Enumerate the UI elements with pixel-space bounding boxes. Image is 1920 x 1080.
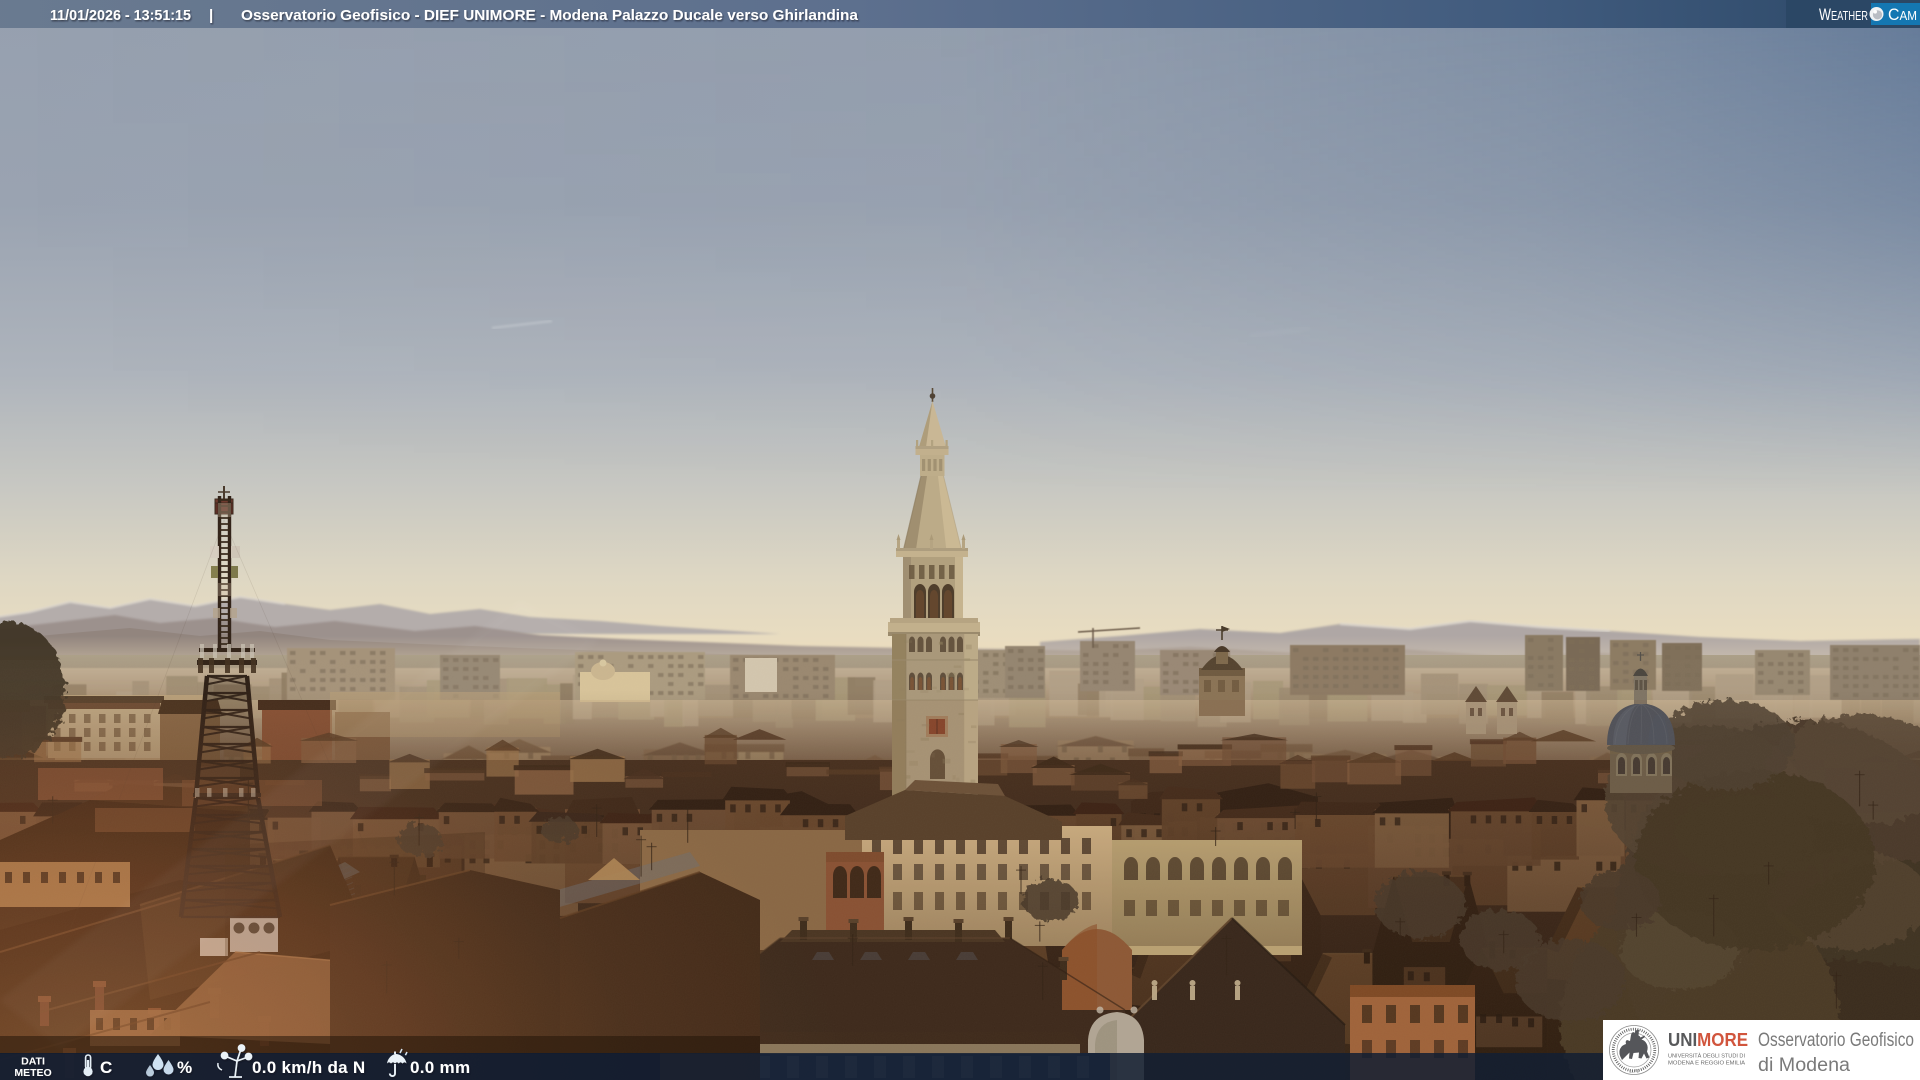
svg-text:Osservatorio Geofisico: Osservatorio Geofisico xyxy=(1758,1030,1914,1051)
svg-text:%: % xyxy=(177,1058,192,1077)
svg-text:UNIMORE: UNIMORE xyxy=(1668,1029,1748,1050)
svg-text:11/01/2026 - 13:51:15: 11/01/2026 - 13:51:15 xyxy=(50,7,191,24)
svg-text:METEO: METEO xyxy=(14,1067,51,1079)
svg-text:|: | xyxy=(209,7,213,24)
svg-text:0.0 km/h da N: 0.0 km/h da N xyxy=(252,1058,366,1077)
svg-text:Osservatorio Geofisico - DIEF: Osservatorio Geofisico - DIEF UNIMORE - … xyxy=(241,7,859,24)
svg-text:C: C xyxy=(100,1058,112,1077)
svg-text:1175: 1175 xyxy=(1629,1069,1639,1074)
svg-text:MODENA E REGGIO EMILIA: MODENA E REGGIO EMILIA xyxy=(1668,1061,1745,1067)
svg-text:0.0 mm: 0.0 mm xyxy=(410,1058,470,1077)
svg-text:DATI: DATI xyxy=(21,1056,45,1068)
svg-text:di Modena: di Modena xyxy=(1758,1055,1850,1076)
svg-text:UNIVERSITÀ DEGLI STUDI DI: UNIVERSITÀ DEGLI STUDI DI xyxy=(1668,1053,1745,1060)
